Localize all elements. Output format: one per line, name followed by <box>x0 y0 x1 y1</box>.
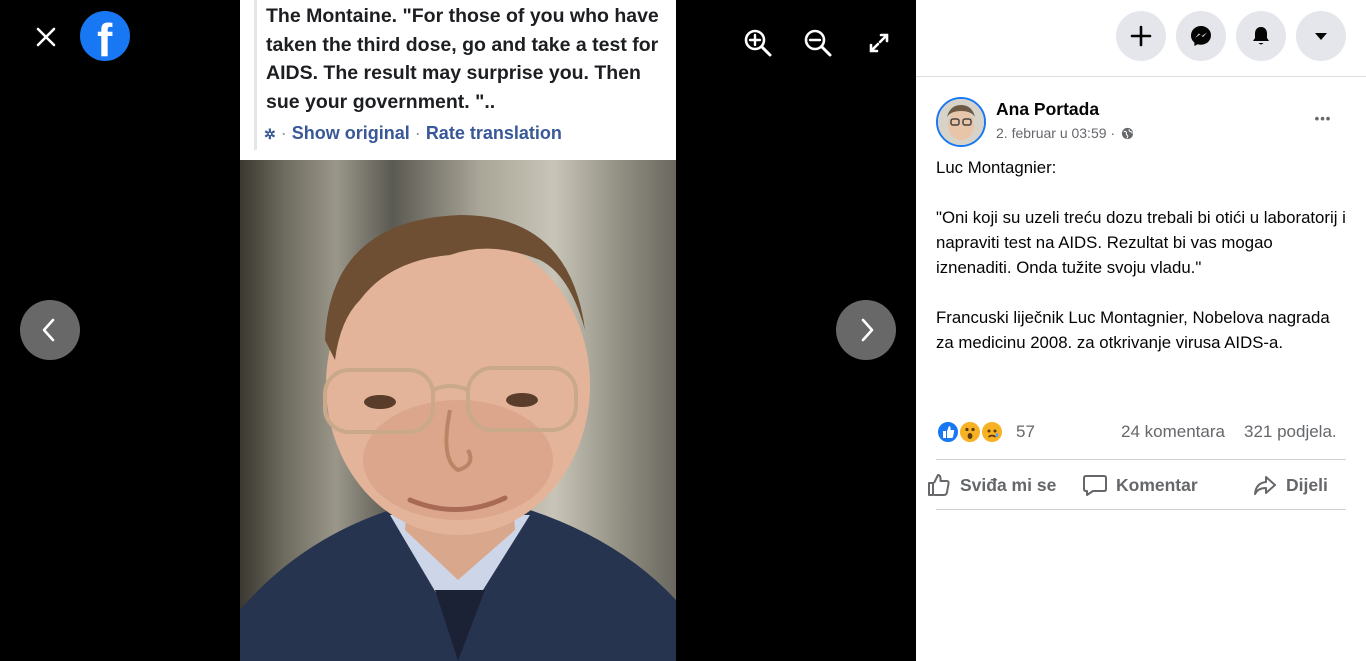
rate-translation-link: Rate translation <box>425 123 562 143</box>
close-icon <box>36 27 56 47</box>
quote-bar <box>254 0 257 150</box>
share-label: Dijeli <box>1286 475 1328 495</box>
avatar-image <box>938 99 984 145</box>
zoom-in-button[interactable] <box>743 28 773 58</box>
photo-screenshot-caption: The Montaine. "For those of you who have… <box>240 0 676 160</box>
messenger-icon <box>1191 26 1211 46</box>
messenger-button[interactable] <box>1176 11 1226 61</box>
zoom-out-button[interactable] <box>803 28 833 58</box>
chevron-right-icon <box>861 318 874 342</box>
comment-icon <box>1083 475 1107 496</box>
globe-icon[interactable] <box>1121 127 1134 140</box>
zoom-out-icon <box>804 29 832 57</box>
fullscreen-button[interactable] <box>864 28 894 58</box>
share-button[interactable]: Dijeli <box>1252 466 1352 504</box>
bell-icon <box>1253 27 1269 45</box>
fullscreen-icon <box>869 33 889 53</box>
caret-down-icon <box>1315 33 1327 40</box>
create-button[interactable] <box>1116 11 1166 61</box>
like-label: Sviđa mi se <box>960 475 1057 495</box>
sad-reaction-icon <box>980 420 1004 444</box>
like-reaction-icon <box>936 420 960 444</box>
comment-button[interactable]: Komentar <box>1082 466 1222 504</box>
portrait-illustration <box>240 215 676 661</box>
share-icon <box>1254 476 1276 495</box>
post-date[interactable]: 2. februar u 03:59 · <box>996 125 1115 141</box>
portrait-photo <box>240 160 676 661</box>
facebook-logo-letter: f <box>97 14 113 66</box>
more-options-icon: ••• <box>1314 111 1332 126</box>
author-name[interactable]: Ana Portada <box>996 99 1099 120</box>
previous-photo-button[interactable] <box>20 300 80 360</box>
notifications-button[interactable] <box>1236 11 1286 61</box>
divider <box>936 459 1346 460</box>
thumbs-up-icon <box>928 474 950 496</box>
post-options-button[interactable]: ••• <box>1306 106 1340 134</box>
chevron-left-icon <box>42 318 55 342</box>
next-photo-button[interactable] <box>836 300 896 360</box>
comment-label: Komentar <box>1116 475 1198 495</box>
post-meta: 2. februar u 03:59 · <box>996 125 1134 141</box>
post-text: Luc Montagnier: "Oni koji su uzeli treću… <box>936 155 1351 355</box>
account-menu-button[interactable] <box>1296 11 1346 61</box>
photo-viewer: f The Montaine. "For those of you who ha… <box>0 0 916 661</box>
wow-reaction-icon <box>958 420 982 444</box>
translated-quote-text: The Montaine. "For those of you who have… <box>266 5 659 113</box>
facebook-logo[interactable]: f <box>80 11 130 65</box>
comments-count[interactable]: 24 komentara <box>1121 422 1225 442</box>
close-button[interactable] <box>28 19 64 55</box>
post-text-description: Francuski liječnik Luc Montagnier, Nobel… <box>936 308 1330 352</box>
plus-icon <box>1130 25 1152 47</box>
author-avatar[interactable] <box>936 97 986 147</box>
gear-icon: ✲ <box>264 126 276 142</box>
post-text-quote: "Oni koji su uzeli treću dozu trebali bi… <box>936 208 1346 277</box>
post-text-line: Luc Montagnier: <box>936 158 1057 177</box>
translation-links: ✲ · Show original · Rate translation <box>264 123 562 143</box>
show-original-link: Show original <box>291 123 410 143</box>
reaction-count[interactable]: 57 <box>1016 422 1035 442</box>
divider <box>936 509 1346 510</box>
post-panel: Ana Portada 2. februar u 03:59 · ••• Luc… <box>916 0 1366 661</box>
zoom-in-icon <box>744 29 772 57</box>
top-navigation <box>916 0 1366 77</box>
post-photo: The Montaine. "For those of you who have… <box>240 0 676 661</box>
like-button[interactable]: Sviđa mi se <box>926 466 1066 504</box>
shares-count[interactable]: 321 podjela. <box>1244 422 1337 442</box>
